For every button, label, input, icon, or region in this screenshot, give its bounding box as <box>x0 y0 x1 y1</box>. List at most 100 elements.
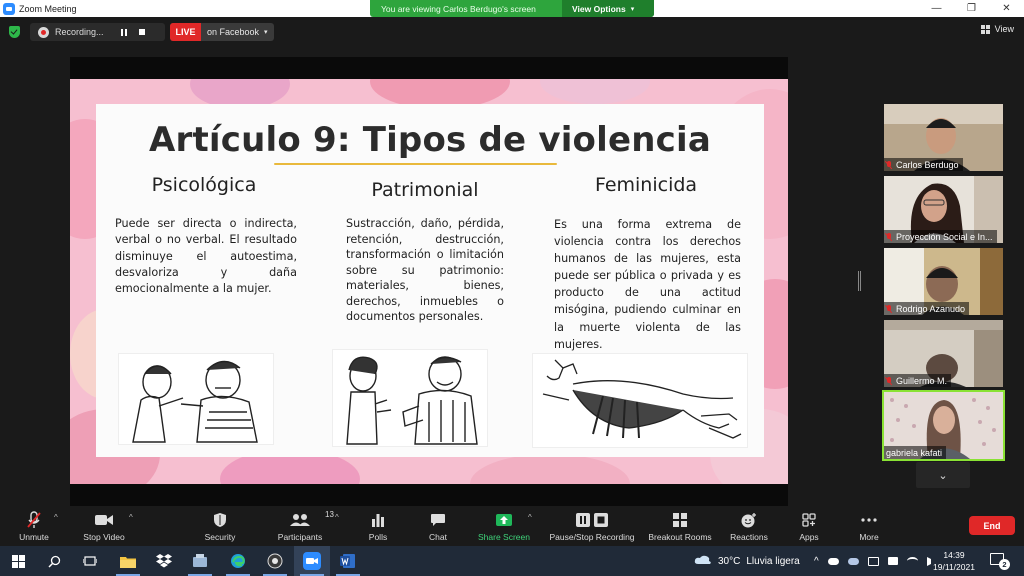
illustration-argument <box>118 353 274 445</box>
taskbar-dropbox[interactable] <box>146 546 182 576</box>
participant-tile-guillermo-m[interactable]: Guillermo M. <box>884 320 1003 387</box>
slide-title: Artículo 9: Tipos de violencia <box>149 120 711 160</box>
participant-tile-proyeccion-social[interactable]: Proyección Social e In... <box>884 176 1003 243</box>
panel-resize-handle[interactable] <box>858 271 861 291</box>
participant-tile-carlos-berdugo[interactable]: Carlos Berdugo <box>884 104 1003 171</box>
participants-count: 13 <box>325 510 334 519</box>
rain-cloud-icon <box>694 555 711 564</box>
apps-button[interactable]: Apps <box>794 506 824 546</box>
weather-description: Lluvia ligera <box>746 555 800 567</box>
view-options-button[interactable]: View Options ▾ <box>562 0 654 17</box>
participant-tile-rodrigo-azanudo[interactable]: Rodrigo Azanudo <box>884 248 1003 315</box>
meet-now-icon[interactable] <box>887 557 898 565</box>
illustration-feminicide <box>532 353 748 448</box>
participants-button[interactable]: 13 Participants <box>274 506 334 546</box>
column-text-feminicida: Es una forma extrema de violencia contra… <box>554 218 741 351</box>
title-underline <box>274 163 557 165</box>
dropbox-icon <box>156 554 172 568</box>
taskbar-zoom[interactable] <box>294 546 330 576</box>
start-button[interactable] <box>0 546 36 576</box>
mic-muted-icon <box>886 232 892 241</box>
notification-count-badge: 2 <box>999 559 1010 570</box>
live-stream-indicator[interactable]: LIVE on Facebook ▾ <box>170 23 274 41</box>
meeting-top-bar: Recording... LIVE on Facebook ▾ View <box>0 17 1024 45</box>
participants-options-caret[interactable]: ^ <box>335 513 339 522</box>
view-label: View <box>994 24 1014 34</box>
participant-tile-gabriela-kafati[interactable]: gabriela kafati <box>882 390 1005 461</box>
breakout-rooms-button[interactable]: Breakout Rooms <box>646 506 714 546</box>
shared-screen: Artículo 9: Tipos de violencia Psicológi… <box>70 57 788 507</box>
video-options-caret[interactable]: ^ <box>129 513 133 522</box>
apps-icon <box>802 510 816 530</box>
minimize-button[interactable]: — <box>919 0 954 17</box>
onedrive-business-icon[interactable] <box>847 557 859 565</box>
live-destination: on Facebook <box>207 27 260 37</box>
system-tray: ^ <box>814 546 936 576</box>
stop-recording-icon[interactable] <box>135 25 149 39</box>
end-meeting-button[interactable]: End <box>969 516 1015 535</box>
share-screen-button[interactable]: Share Screen <box>476 506 532 546</box>
argument-drawing <box>132 360 258 443</box>
stop-video-button[interactable]: Stop Video <box>80 506 128 546</box>
recording-app-icon <box>267 553 283 569</box>
windows-logo-icon <box>11 554 25 568</box>
breakout-rooms-icon <box>672 510 688 530</box>
participants-icon: 13 <box>289 510 334 530</box>
chat-bubble-icon <box>430 510 446 530</box>
viewing-screen-banner: You are viewing Carlos Berdugo's screen … <box>370 0 654 17</box>
task-view-icon <box>83 556 97 566</box>
feminicide-drawing <box>542 359 742 439</box>
encryption-shield-icon[interactable] <box>9 26 20 38</box>
column-text-psicologica: Puede ser directa o indirecta, verbal o … <box>115 217 297 296</box>
search-icon <box>47 555 60 568</box>
video-camera-icon <box>94 510 114 530</box>
theft-drawing <box>346 356 478 445</box>
mic-muted-icon <box>886 304 892 313</box>
slide-background: Artículo 9: Tipos de violencia Psicológi… <box>70 79 788 484</box>
audio-options-caret[interactable]: ^ <box>54 513 58 522</box>
viewing-screen-text: You are viewing Carlos Berdugo's screen <box>381 3 536 14</box>
task-view-button[interactable] <box>72 546 108 576</box>
app-icon <box>193 554 207 567</box>
pause-recording-icon[interactable] <box>117 25 131 39</box>
weather-widget[interactable]: 30°C Lluvia ligera <box>694 546 800 576</box>
close-window-button[interactable]: ✕ <box>989 0 1024 17</box>
decorative-shape <box>470 454 630 484</box>
clock-time: 14:39 <box>943 550 965 560</box>
taskbar-obs[interactable] <box>257 546 293 576</box>
word-icon <box>340 554 355 568</box>
window-controls: — ❐ ✕ <box>919 0 1024 17</box>
onedrive-cloud-icon[interactable] <box>827 557 839 565</box>
tray-expand-caret[interactable]: ^ <box>814 556 819 567</box>
chat-button[interactable]: Chat <box>422 506 454 546</box>
search-button[interactable] <box>36 546 72 576</box>
mic-muted-icon <box>886 160 892 169</box>
taskbar-app[interactable] <box>182 546 218 576</box>
reactions-button[interactable]: Reactions <box>728 506 770 546</box>
taskbar-word[interactable] <box>330 546 366 576</box>
taskbar-clock[interactable]: 14:39 19/11/2021 <box>930 549 978 573</box>
microphone-muted-icon <box>26 510 42 530</box>
restore-button[interactable]: ❐ <box>954 0 989 17</box>
network-icon[interactable] <box>867 556 879 566</box>
pause-stop-recording-button[interactable]: Pause/Stop Recording <box>546 506 638 546</box>
recording-indicator: Recording... <box>30 23 165 41</box>
unmute-button[interactable]: Unmute <box>14 506 54 546</box>
more-dots-icon <box>861 510 877 530</box>
share-screen-icon <box>495 510 513 530</box>
more-button[interactable]: More <box>854 506 884 546</box>
column-heading-psicologica: Psicológica <box>151 174 257 196</box>
participant-name-tag: gabriela kafati <box>884 446 947 459</box>
taskbar-edge[interactable] <box>220 546 256 576</box>
view-layout-button[interactable]: View <box>980 24 1014 34</box>
security-button[interactable]: Security <box>200 506 240 546</box>
live-badge: LIVE <box>170 23 201 41</box>
chevron-down-icon: ⌄ <box>938 469 948 482</box>
mic-muted-icon <box>886 376 892 385</box>
participants-scroll-down[interactable]: ⌄ <box>916 462 970 488</box>
wifi-icon[interactable] <box>906 557 918 565</box>
share-options-caret[interactable]: ^ <box>528 513 532 522</box>
participant-name-tag: Carlos Berdugo <box>884 158 963 171</box>
taskbar-file-explorer[interactable] <box>110 546 146 576</box>
polls-button[interactable]: Polls <box>362 506 394 546</box>
